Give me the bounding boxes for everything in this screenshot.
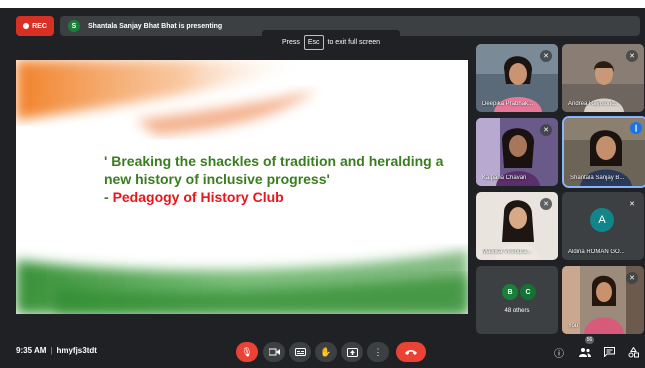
others-tile[interactable]: B C 48 others	[476, 266, 558, 334]
presenter-avatar: S	[68, 20, 80, 32]
participant-tile[interactable]: A ✕ Aldina ROMAN GO...	[562, 192, 644, 260]
meeting-details: 9:35 AM | hmyfjs3tdt	[16, 346, 97, 355]
mic-off-icon: ✕	[540, 50, 552, 62]
participant-name: Shantala Sanjay B...	[570, 175, 625, 181]
self-tile[interactable]: ✕ You	[562, 266, 644, 334]
participant-name: Aldina ROMAN GO...	[568, 249, 625, 255]
recording-label: REC	[32, 22, 47, 30]
speaking-icon: ❙	[630, 122, 642, 134]
others-avatar: C	[520, 284, 536, 300]
people-button[interactable]	[577, 344, 593, 360]
mic-off-icon: ✕	[626, 272, 638, 284]
mic-off-icon: ✕	[626, 50, 638, 62]
raise-hand-icon: ✋	[320, 346, 332, 357]
people-count-badge: 56	[585, 336, 594, 344]
club-name: Pedagogy of History Club	[112, 189, 284, 205]
participant-name: Andrea Raymond...	[568, 101, 620, 107]
window-top-edge	[0, 0, 645, 8]
others-count: 48 others	[504, 308, 530, 314]
camera-toggle-button[interactable]	[263, 342, 285, 362]
info-icon: ⓘ	[554, 348, 564, 360]
esc-key: Esc	[303, 34, 324, 50]
activities-icon	[628, 346, 639, 357]
participant-avatar: A	[590, 208, 614, 232]
participant-name: You	[568, 323, 579, 329]
clock-time: 9:35 AM	[16, 346, 47, 355]
slide-text: ' Breaking the shackles of tradition and…	[104, 152, 454, 206]
meeting-info-button[interactable]: ⓘ	[551, 344, 567, 360]
others-avatar: B	[502, 284, 518, 300]
raise-hand-button[interactable]: ✋	[315, 342, 337, 362]
separator: |	[50, 346, 53, 355]
participant-name: Malvika Virendra...	[482, 249, 532, 255]
fullscreen-hint-prefix: Press	[281, 38, 300, 46]
club-dash: -	[104, 189, 113, 205]
hang-up-icon	[405, 350, 417, 355]
meet-screen: REC S Shantala Sanjay Bhat Bhat is prese…	[0, 0, 645, 368]
mic-off-icon: 🎙	[241, 346, 253, 357]
participant-name: Kalpana Chavan	[482, 175, 527, 181]
mic-off-icon: ✕	[540, 198, 552, 210]
participant-name: Deepika Prabhak...	[482, 101, 534, 107]
participant-tile[interactable]: ✕ Kalpana Chavan	[476, 118, 558, 186]
chat-button[interactable]	[601, 344, 617, 360]
meeting-code: hmyfjs3tdt	[56, 346, 97, 355]
participant-tile-active-speaker[interactable]: ❙ Shantala Sanjay B...	[562, 116, 645, 188]
participant-tile[interactable]: ✕ Deepika Prabhak...	[476, 44, 558, 112]
record-dot-icon	[23, 23, 30, 29]
activities-button[interactable]	[625, 344, 641, 360]
more-options-icon: ⋮	[373, 346, 383, 357]
mic-off-icon: ✕	[540, 124, 552, 136]
participant-tile[interactable]: ✕ Andrea Raymond...	[562, 44, 644, 112]
presenting-text: Shantala Sanjay Bhat Bhat is presenting	[88, 22, 223, 30]
recording-badge: REC	[16, 16, 54, 36]
chat-icon	[603, 347, 615, 357]
slide-quote: ' Breaking the shackles of tradition and…	[104, 153, 444, 187]
mic-toggle-button[interactable]: 🎙	[236, 342, 258, 362]
others-avatars: B C	[502, 284, 538, 300]
participant-tile[interactable]: ✕ Malvika Virendra...	[476, 192, 558, 260]
mic-off-icon: ✕	[626, 198, 638, 210]
leave-call-button[interactable]	[396, 342, 426, 362]
people-icon	[579, 348, 591, 357]
camera-icon	[268, 348, 280, 356]
present-icon	[346, 347, 358, 357]
present-now-button[interactable]	[341, 342, 363, 362]
more-options-button[interactable]: ⋮	[367, 342, 389, 362]
fullscreen-hint: Press Esc to exit full screen	[262, 30, 400, 54]
fullscreen-hint-suffix: to exit full screen	[327, 38, 381, 46]
presentation-slide: ' Breaking the shackles of tradition and…	[16, 60, 468, 314]
captions-icon	[294, 348, 306, 356]
slide-club-line: - Pedagogy of History Club	[104, 188, 454, 206]
captions-button[interactable]	[289, 342, 311, 362]
